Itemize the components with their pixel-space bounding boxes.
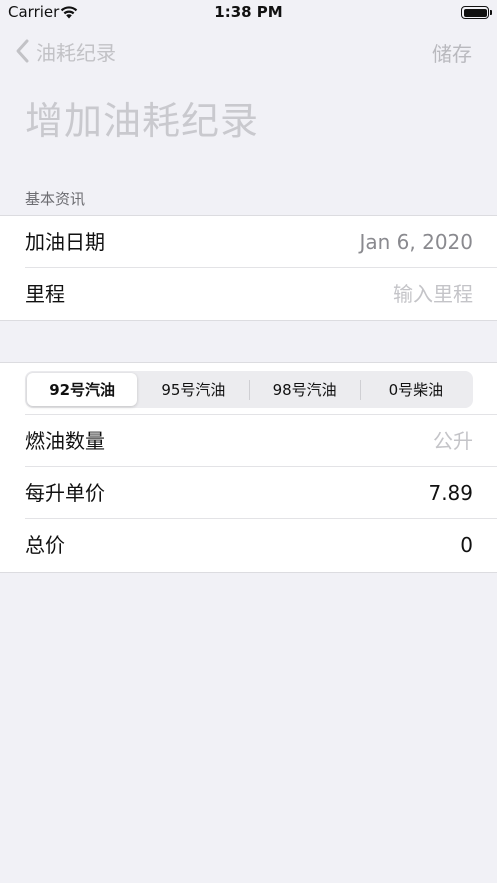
back-button[interactable]: 油耗纪录 <box>12 36 116 66</box>
fuel-type-95[interactable]: 95号汽油 <box>138 373 248 406</box>
save-button[interactable]: 储存 <box>432 38 472 67</box>
status-bar: Carrier 1:38 PM <box>0 0 497 26</box>
mileage-row: 里程 <box>0 268 497 320</box>
quantity-row: 燃油数量 <box>0 415 497 467</box>
fuel-type-row: 92号汽油 95号汽油 98号汽油 0号柴油 <box>0 363 497 415</box>
unit-price-label: 每升单价 <box>25 481 105 505</box>
date-value[interactable]: Jan 6, 2020 <box>359 216 473 268</box>
fuel-type-92[interactable]: 92号汽油 <box>27 373 138 406</box>
total-row: 总价 0 <box>0 519 497 571</box>
total-label: 总价 <box>25 533 65 557</box>
fuel-type-diesel-0[interactable]: 0号柴油 <box>361 373 471 406</box>
date-label: 加油日期 <box>25 230 105 254</box>
unit-price-input[interactable]: 7.89 <box>428 467 473 519</box>
mileage-label: 里程 <box>25 282 65 306</box>
fuel-type-98[interactable]: 98号汽油 <box>250 373 360 406</box>
chevron-left-icon <box>16 39 29 63</box>
total-value: 0 <box>460 533 473 557</box>
battery-icon <box>461 6 492 19</box>
mileage-input[interactable] <box>273 281 473 307</box>
fuel-type-segmented-control: 92号汽油 95号汽油 98号汽油 0号柴油 <box>25 371 473 408</box>
page-title: 增加油耗纪录 <box>25 99 260 143</box>
date-row[interactable]: 加油日期 Jan 6, 2020 <box>0 216 497 268</box>
quantity-label: 燃油数量 <box>25 429 105 453</box>
quantity-input[interactable] <box>273 428 473 454</box>
back-button-label: 油耗纪录 <box>36 40 116 65</box>
section-header-basic: 基本资讯 <box>25 190 86 208</box>
status-time: 1:38 PM <box>214 3 283 21</box>
basic-info-group: 加油日期 Jan 6, 2020 里程 <box>0 215 497 321</box>
fuel-group: 92号汽油 95号汽油 98号汽油 0号柴油 燃油数量 每升单价 7.89 总价… <box>0 362 497 573</box>
unit-price-row: 每升单价 7.89 <box>0 467 497 519</box>
